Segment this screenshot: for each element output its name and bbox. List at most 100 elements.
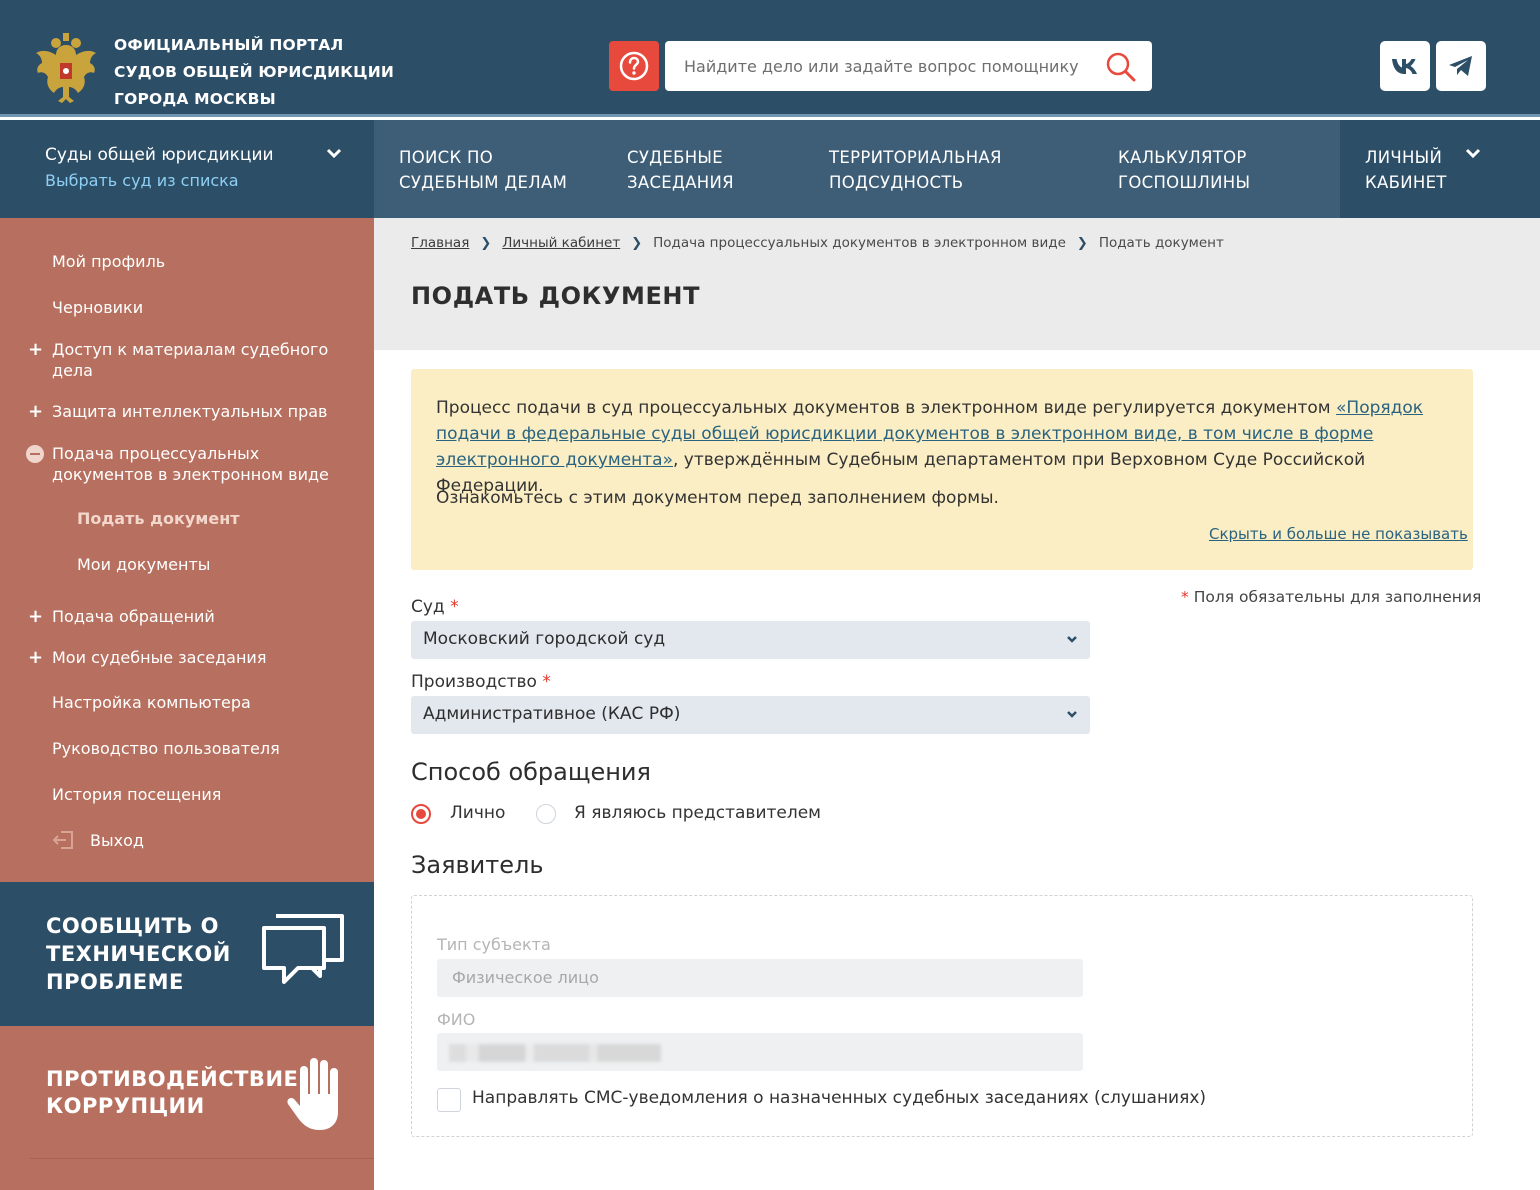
banner-line: ТЕХНИЧЕСКОЙ <box>46 942 231 966</box>
sidebar-item-label: Подача процессуальных <box>52 444 260 463</box>
portal-title-line: ОФИЦИАЛЬНЫЙ ПОРТАЛ <box>114 36 344 54</box>
nav-label-line: ТЕРРИТОРИАЛЬНАЯ <box>829 148 1002 167</box>
hide-notice-link[interactable]: Скрыть и больше не показывать <box>1209 525 1468 543</box>
sidebar-item-user-guide[interactable]: Руководство пользователя <box>52 738 280 759</box>
minus-icon[interactable] <box>26 445 44 463</box>
radio-representative[interactable] <box>536 804 556 824</box>
sidebar-menu: Мой профиль Черновики + Доступ к материа… <box>0 218 374 882</box>
required-fields-note: * Поля обязательны для заполнения <box>1181 588 1481 606</box>
sidebar-item-computer-setup[interactable]: Настройка компьютера <box>52 692 251 713</box>
cabinet-label: ЛИЧНЫЙ КАБИНЕТ <box>1365 145 1447 195</box>
magnifier-icon[interactable] <box>1105 51 1137 83</box>
sms-notifications-checkbox[interactable] <box>437 1088 461 1112</box>
radio-personally[interactable] <box>411 804 431 824</box>
subject-type-value: Физическое лицо <box>452 968 599 987</box>
chevron-down-icon <box>1067 636 1077 643</box>
logout-icon[interactable] <box>52 830 74 850</box>
required-note-text: Поля обязательны для заполнения <box>1193 588 1482 606</box>
proceeding-select[interactable]: Административное (КАС РФ) <box>411 696 1090 734</box>
redacted-name <box>449 1044 661 1062</box>
court-selector-link[interactable]: Выбрать суд из списка <box>45 171 239 190</box>
court-label: Суд * <box>411 597 459 617</box>
sidebar-item-visit-history[interactable]: История посещения <box>52 784 221 805</box>
plus-icon[interactable]: + <box>28 606 43 627</box>
portal-title[interactable]: ОФИЦИАЛЬНЫЙ ПОРТАЛ СУДОВ ОБЩЕЙ ЮРИСДИКЦИ… <box>114 32 394 113</box>
plus-icon[interactable]: + <box>28 647 43 668</box>
portal-title-line: ГОРОДА МОСКВЫ <box>114 90 276 108</box>
plus-icon[interactable]: + <box>28 401 43 422</box>
nav-label-line: ГОСПОШЛИНЫ <box>1118 173 1251 192</box>
required-star: * <box>450 597 459 617</box>
page-header: Главная ❯ Личный кабинет ❯ Подача процес… <box>374 218 1540 350</box>
proceeding-label: Производство * <box>411 672 551 692</box>
applicant-panel: Тип субъекта Физическое лицо ФИО Направл… <box>411 895 1473 1137</box>
page-title: ПОДАТЬ ДОКУМЕНТ <box>411 282 701 310</box>
search-input[interactable] <box>665 41 1095 91</box>
sidebar-item-logout[interactable]: Выход <box>90 830 144 851</box>
banner-line: СООБЩИТЬ О <box>46 914 220 938</box>
notice-text-part: Процесс подачи в суд процессуальных доку… <box>436 398 1337 418</box>
banner-line: ПРОТИВОДЕЙСТВИЕ <box>46 1067 299 1091</box>
breadcrumb: Главная ❯ Личный кабинет ❯ Подача процес… <box>411 235 1224 251</box>
radio-personally-label[interactable]: Лично <box>450 803 505 823</box>
fio-label: ФИО <box>437 1010 476 1029</box>
nav-personal-cabinet[interactable]: ЛИЧНЫЙ КАБИНЕТ <box>1340 120 1540 218</box>
coat-of-arms-logo[interactable] <box>30 31 102 107</box>
sidebar-item-label: дела <box>52 361 93 380</box>
chevron-right-icon: ❯ <box>1076 235 1088 251</box>
question-circle-icon <box>619 51 649 81</box>
telegram-button[interactable] <box>1436 41 1486 91</box>
nav-case-search[interactable]: ПОИСК ПО СУДЕБНЫМ ДЕЛАМ <box>399 145 567 195</box>
sidebar-item-profile[interactable]: Мой профиль <box>52 251 165 272</box>
sidebar: Мой профиль Черновики + Доступ к материа… <box>0 218 374 1190</box>
chevron-down-icon <box>326 148 342 159</box>
sidebar-item-case-materials[interactable]: Доступ к материалам судебного дела <box>52 339 328 381</box>
chevron-right-icon: ❯ <box>480 235 492 251</box>
nav-fee-calculator[interactable]: КАЛЬКУЛЯТОР ГОСПОШЛИНЫ <box>1118 145 1250 195</box>
court-selector[interactable]: Суды общей юрисдикции Выбрать суд из спи… <box>0 120 374 218</box>
nav-label-line: ЛИЧНЫЙ <box>1365 148 1443 167</box>
breadcrumb-current: Подать документ <box>1098 235 1224 251</box>
nav-label-line: КАБИНЕТ <box>1365 173 1447 192</box>
portal-title-line: СУДОВ ОБЩЕЙ ЮРИСДИКЦИИ <box>114 63 395 81</box>
breadcrumb-cabinet[interactable]: Личный кабинет <box>502 235 620 251</box>
report-tech-problem-banner[interactable]: СООБЩИТЬ О ТЕХНИЧЕСКОЙ ПРОБЛЕМЕ <box>0 882 374 1026</box>
chevron-down-icon <box>1067 711 1077 718</box>
sidebar-item-label: Доступ к материалам судебного <box>52 340 329 359</box>
report-tech-problem-text: СООБЩИТЬ О ТЕХНИЧЕСКОЙ ПРОБЛЕМЕ <box>46 912 231 996</box>
sidebar-subitem-my-documents[interactable]: Мои документы <box>77 554 210 575</box>
sidebar-item-appeals[interactable]: Подача обращений <box>52 606 215 627</box>
sidebar-item-drafts[interactable]: Черновики <box>52 297 143 318</box>
vk-icon <box>1392 59 1417 74</box>
sidebar-subitem-submit-document[interactable]: Подать документ <box>77 508 240 529</box>
site-header: ОФИЦИАЛЬНЫЙ ПОРТАЛ СУДОВ ОБЩЕЙ ЮРИСДИКЦИ… <box>0 0 1540 117</box>
method-section-title: Способ обращения <box>411 758 651 786</box>
banner-line: ПРОБЛЕМЕ <box>46 970 184 994</box>
vk-button[interactable] <box>1380 41 1430 91</box>
fio-field <box>437 1033 1083 1071</box>
breadcrumb-home[interactable]: Главная <box>411 235 469 251</box>
sidebar-divider <box>30 1158 374 1159</box>
subject-type-label: Тип субъекта <box>437 935 551 954</box>
nav-jurisdiction[interactable]: ТЕРРИТОРИАЛЬНАЯ ПОДСУДНОСТЬ <box>829 145 1002 195</box>
chevron-down-icon <box>1465 148 1481 159</box>
proceeding-select-value: Административное (КАС РФ) <box>423 704 681 724</box>
anti-corruption-banner[interactable]: ПРОТИВОДЕЙСТВИЕ КОРРУПЦИИ <box>0 1026 374 1160</box>
sms-notifications-label[interactable]: Направлять СМС-уведомления о назначенных… <box>472 1088 1206 1108</box>
sidebar-item-ip-protection[interactable]: Защита интеллектуальных прав <box>52 401 327 422</box>
nav-court-sessions[interactable]: СУДЕБНЫЕ ЗАСЕДАНИЯ <box>627 145 734 195</box>
chevron-right-icon: ❯ <box>631 235 643 251</box>
plus-icon[interactable]: + <box>28 339 43 360</box>
sidebar-item-e-filing[interactable]: Подача процессуальных документов в элект… <box>52 443 329 485</box>
sidebar-item-my-sessions[interactable]: Мои судебные заседания <box>52 647 266 668</box>
required-star: * <box>1181 588 1189 606</box>
required-star: * <box>542 672 551 692</box>
nav-label-line: СУДЕБНЫМ ДЕЛАМ <box>399 173 568 192</box>
subject-type-field: Физическое лицо <box>437 959 1083 997</box>
sidebar-item-label: документов в электронном виде <box>52 465 329 484</box>
nav-label-line: ПОИСК ПО <box>399 148 494 167</box>
radio-representative-label[interactable]: Я являюсь представителем <box>574 803 821 823</box>
banner-line: КОРРУПЦИИ <box>46 1094 205 1118</box>
help-button[interactable] <box>609 41 659 91</box>
court-select[interactable]: Московский городской суд <box>411 621 1090 659</box>
